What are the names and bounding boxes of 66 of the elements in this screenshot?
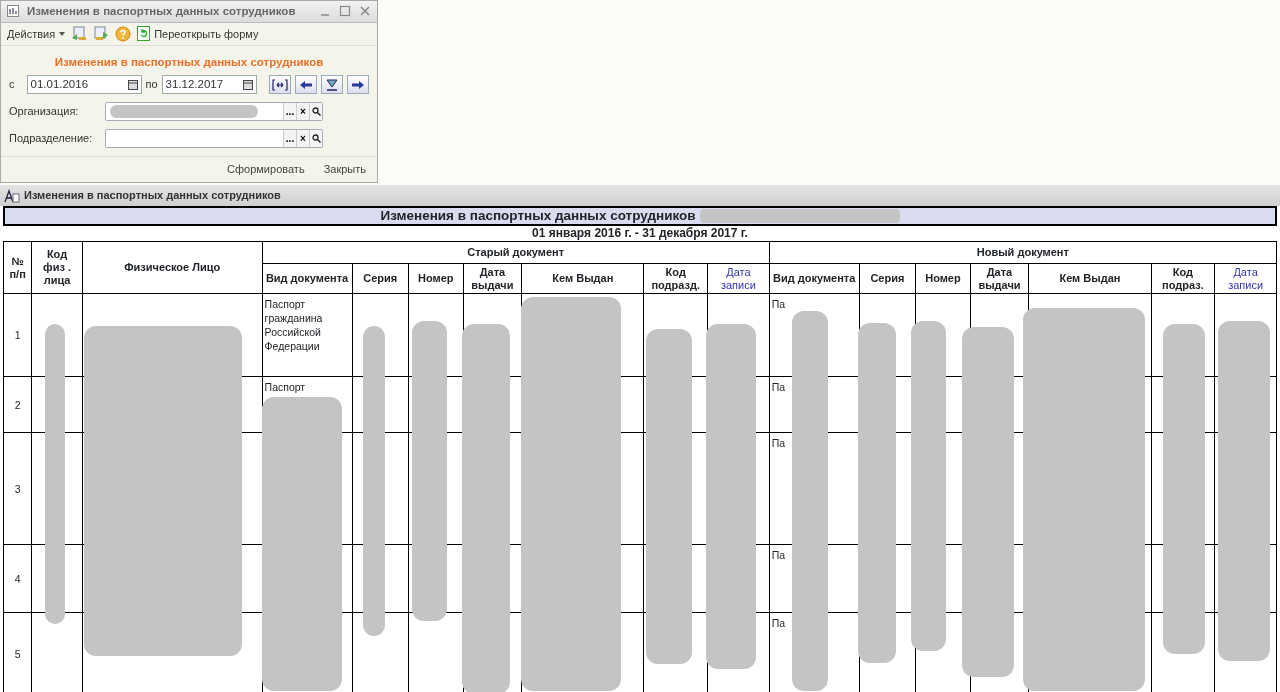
arrow-right-button[interactable] (346, 75, 369, 95)
caret-icon (59, 31, 66, 36)
period-icon (271, 76, 288, 93)
column-header: Дата записи (707, 263, 770, 294)
search-button[interactable] (309, 103, 322, 121)
maximize-icon[interactable] (339, 5, 351, 18)
choose-button[interactable]: ... (283, 103, 296, 121)
to-label: по (145, 77, 158, 93)
select-field[interactable]: ... × (105, 129, 323, 149)
calendar-icon[interactable] (242, 79, 253, 90)
actions-menu[interactable]: Действия (7, 25, 66, 43)
reopen-form-button[interactable]: Переоткрыть форму (137, 25, 259, 43)
report-icon (7, 5, 19, 18)
choose-button[interactable]: ... (283, 130, 296, 148)
column-header: Вид документа (262, 263, 352, 294)
column-group-header: Старый документ (262, 241, 770, 264)
column-header: Серия (352, 263, 409, 294)
date-field[interactable]: 31.12.2017 (161, 75, 257, 95)
column-header: Кем Выдан (521, 263, 644, 294)
column-group-header: Новый документ (769, 241, 1277, 264)
table-cell: 1 (3, 293, 32, 377)
table-cell: 5 (3, 612, 32, 692)
search-button[interactable] (309, 130, 322, 148)
close-icon[interactable] (359, 5, 371, 18)
column-header: Код подразд. (643, 263, 708, 294)
report-period: 01 января 2016 г. - 31 декабря 2017 г. (531, 226, 749, 241)
close-button[interactable]: Закрыть (320, 161, 369, 178)
clear-button[interactable]: × (296, 130, 309, 148)
filter-icon (323, 76, 340, 93)
column-header: Номер (915, 263, 971, 294)
column-header: Дата выдачи (970, 263, 1029, 294)
table-import-icon[interactable] (93, 26, 110, 42)
column-header: Дата выдачи (463, 263, 522, 294)
date-field[interactable]: 01.01.2016 (26, 75, 142, 95)
search-icon (311, 107, 321, 117)
column-header: Вид документа (769, 263, 860, 294)
clear-button[interactable]: × (296, 103, 309, 121)
column-header: Серия (859, 263, 916, 294)
field-label: Организация: (9, 104, 80, 120)
report-title: Изменения в паспортных данных сотрудников (380, 208, 696, 223)
table-export-icon[interactable] (71, 26, 88, 42)
select-field[interactable]: ... × (105, 102, 323, 122)
arrow-left-button[interactable] (294, 75, 317, 95)
table-cell: Паспорт гражданина Российской Федерации (262, 293, 352, 377)
table-cell: 4 (3, 544, 32, 613)
column-header: Код подраз. (1151, 263, 1215, 294)
column-header: Кем Выдан (1028, 263, 1152, 294)
filter-button[interactable] (320, 75, 343, 95)
column-header: Номер (408, 263, 464, 294)
column-header: Физическое Лицо (82, 241, 263, 294)
field-label: Подразделение: (9, 131, 94, 147)
search-icon (311, 134, 321, 144)
generate-button[interactable]: Сформировать (224, 161, 308, 178)
table-cell: 3 (3, 432, 32, 545)
column-header: Код физ . лица (31, 241, 83, 294)
refresh-icon (137, 26, 151, 42)
window-title: Изменения в паспортных данных сотрудников (24, 188, 281, 204)
period-button[interactable] (268, 75, 291, 95)
report-icon (4, 188, 20, 203)
column-header: № п/п (3, 241, 32, 294)
from-label: с (9, 77, 15, 93)
table-cell: 2 (3, 376, 32, 433)
window-title: Изменения в паспортных данных сотрудников (27, 3, 297, 19)
column-header: Дата записи (1214, 263, 1277, 294)
calendar-icon[interactable] (127, 79, 138, 90)
form-heading: Изменения в паспортных данных сотрудников (53, 54, 325, 70)
